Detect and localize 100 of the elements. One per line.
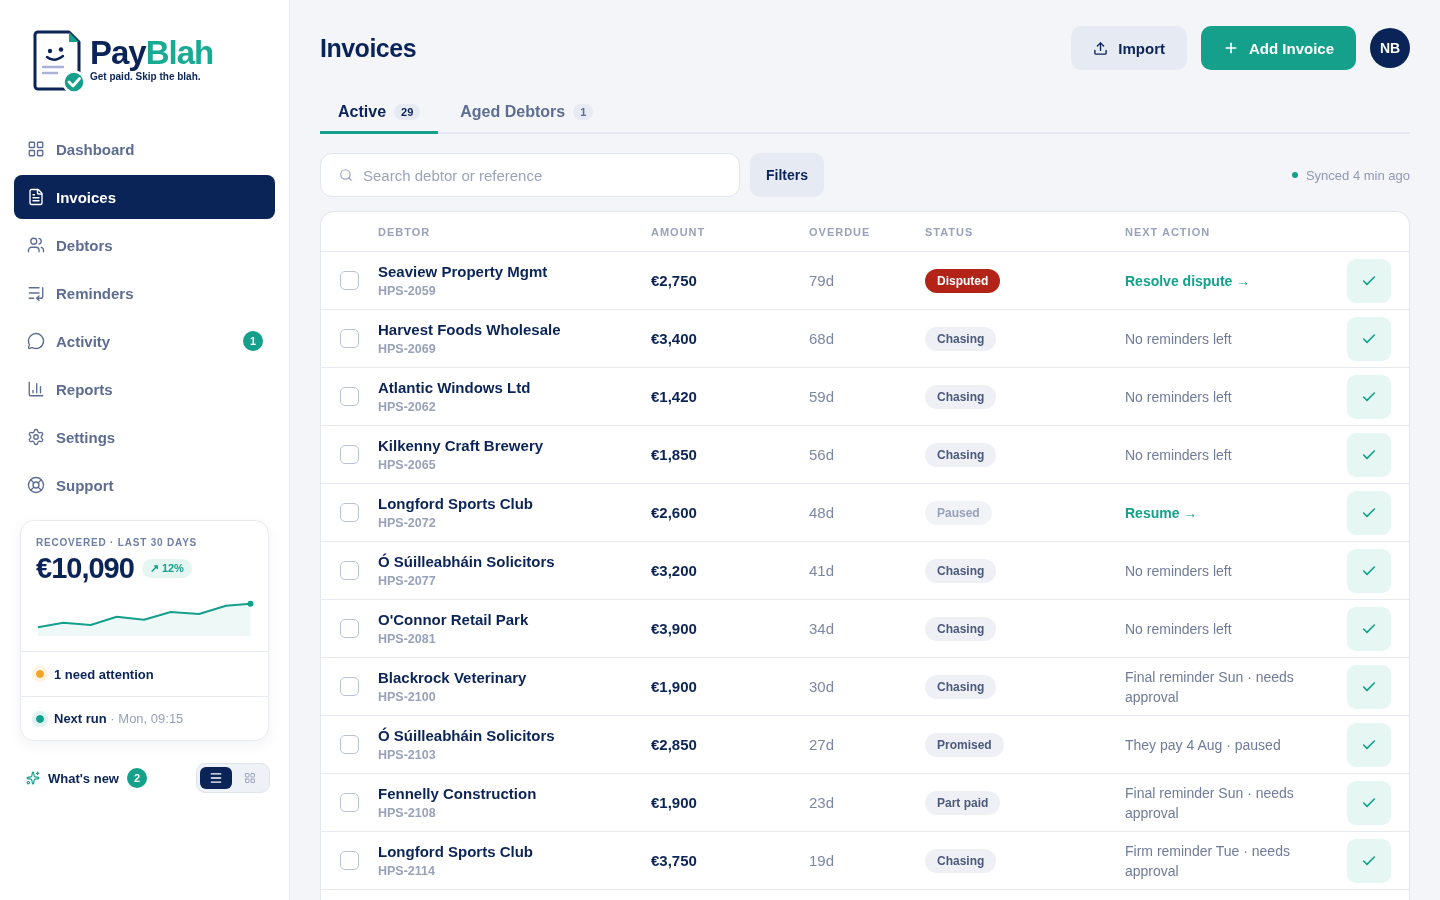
nav-item[interactable]: Settings (14, 415, 275, 459)
invoice-reference: HPS-2108 (378, 804, 436, 821)
amount-text: €1,900 (651, 793, 697, 811)
overdue-text: 59d (809, 387, 835, 405)
done-button[interactable] (1347, 838, 1391, 883)
tab-count: 29 (394, 103, 421, 120)
debtor-name: Atlantic Windows Ltd (378, 378, 531, 397)
tab[interactable]: Active 29 (320, 92, 439, 134)
done-button[interactable] (1347, 664, 1391, 709)
logo-tagline: Get paid. Skip the blah. (90, 71, 201, 83)
column-header: NEXT ACTION (1125, 225, 1212, 238)
debtor-name: Longford Sports Club (378, 842, 533, 861)
next-action-text: No reminders left (1125, 445, 1232, 465)
nav-item[interactable]: Dashboard (14, 127, 275, 171)
count-badge: 2 (127, 768, 147, 788)
row-checkbox[interactable] (340, 793, 359, 812)
done-button[interactable] (1347, 780, 1391, 825)
sparkle-icon (26, 771, 40, 785)
overdue-text: 30d (809, 677, 835, 695)
grid-icon (244, 772, 256, 784)
row-checkbox[interactable] (340, 735, 359, 754)
done-button[interactable] (1347, 548, 1391, 593)
next-action-link[interactable]: Resume → (1125, 504, 1198, 521)
nav-item[interactable]: Reminders (14, 271, 275, 315)
nav-item[interactable]: Reports (14, 367, 275, 411)
page-title: Invoices (320, 33, 417, 63)
row-checkbox[interactable] (340, 503, 359, 522)
done-button[interactable] (1347, 316, 1391, 361)
column-header: AMOUNT (651, 225, 707, 238)
amount-text: €2,600 (651, 503, 697, 521)
overdue-text: 56d (809, 445, 835, 463)
add-button[interactable]: Add Invoice (1201, 26, 1356, 70)
settings-icon (27, 428, 45, 446)
invoice-reference: HPS-2069 (378, 340, 436, 357)
next-action-text: Final reminder Sun · needs approval (1125, 783, 1295, 823)
nav-item[interactable]: Activity 1 (14, 319, 275, 363)
done-button[interactable] (1347, 722, 1391, 767)
next-action-text: No reminders left (1125, 561, 1232, 581)
status-pill: Chasing (925, 442, 997, 467)
status-pill: Part paid (925, 790, 1001, 815)
row-checkbox[interactable] (340, 387, 359, 406)
row-checkbox[interactable] (340, 851, 359, 870)
status-pill: Chasing (925, 558, 997, 583)
filters-button[interactable]: Filters (750, 153, 824, 197)
debtor-name: Kilkenny Craft Brewery (378, 436, 544, 455)
amount-text: €3,200 (651, 561, 697, 579)
card-label: RECOVERED · LAST 30 DAYS (36, 537, 199, 549)
status-pill: Promised (925, 732, 1004, 757)
debtor-name: Harvest Foods Wholesale (378, 320, 561, 339)
row-checkbox[interactable] (340, 329, 359, 348)
document-icon (27, 188, 45, 206)
done-button[interactable] (1347, 490, 1391, 535)
amount-text: €3,750 (651, 851, 697, 869)
done-button[interactable] (1347, 432, 1391, 477)
grid-icon (27, 140, 45, 158)
invoice-reference: HPS-2081 (378, 630, 436, 647)
next-action-link[interactable]: Resolve dispute → (1125, 272, 1251, 289)
overdue-text: 19d (809, 851, 835, 869)
nav-item[interactable]: Debtors (14, 223, 275, 267)
plus-icon (1223, 40, 1239, 56)
nav-item[interactable]: Support (14, 463, 275, 507)
row-checkbox[interactable] (340, 619, 359, 638)
change-pill: ↗ 12% (141, 558, 192, 578)
status-pill: Chasing (925, 616, 997, 641)
people-icon (27, 236, 45, 254)
user-avatar[interactable]: NB (1370, 28, 1410, 68)
list-view-button[interactable] (200, 767, 232, 789)
done-button[interactable] (1347, 606, 1391, 651)
row-checkbox[interactable] (340, 271, 359, 290)
invoice-reference: HPS-2114 (378, 862, 435, 879)
tab-count: 1 (573, 103, 594, 120)
whats-new-link[interactable]: What's new 2 (26, 768, 147, 788)
overdue-text: 34d (809, 619, 835, 637)
list-icon (209, 771, 223, 785)
import-button[interactable]: Import (1071, 26, 1187, 70)
overdue-text: 27d (809, 735, 835, 753)
row-checkbox[interactable] (340, 445, 359, 464)
column-header: DEBTOR (378, 225, 432, 238)
tab[interactable]: Aged Debtors 1 (442, 92, 612, 134)
done-button[interactable] (1347, 374, 1391, 419)
amount-text: €2,850 (651, 735, 697, 753)
column-header: STATUS (925, 225, 975, 238)
search-field[interactable]: Search debtor or reference (320, 153, 740, 197)
next-action-text: Firm reminder Tue · needs approval (1125, 841, 1291, 881)
column-header: OVERDUE (809, 225, 872, 238)
amount-text: €1,900 (651, 677, 697, 695)
nav-item[interactable]: Invoices (14, 175, 275, 219)
debtor-name: Ó Súilleabháin Solicitors (378, 552, 555, 571)
chat-bubble-icon (27, 332, 45, 350)
debtor-name: Longford Sports Club (378, 494, 533, 513)
invoice-reference: HPS-2103 (378, 746, 436, 763)
next-action-text: Final reminder Sun · needs approval (1125, 667, 1295, 707)
done-button[interactable] (1347, 258, 1391, 303)
row-checkbox[interactable] (340, 561, 359, 580)
search-icon (339, 168, 353, 182)
invoice-reference: HPS-2077 (378, 572, 436, 589)
status-pill: Paused (925, 500, 992, 525)
sync-status-text: Synced 4 min ago (1305, 167, 1410, 183)
debtor-name: Fennelly Construction (378, 784, 537, 803)
row-checkbox[interactable] (340, 677, 359, 696)
